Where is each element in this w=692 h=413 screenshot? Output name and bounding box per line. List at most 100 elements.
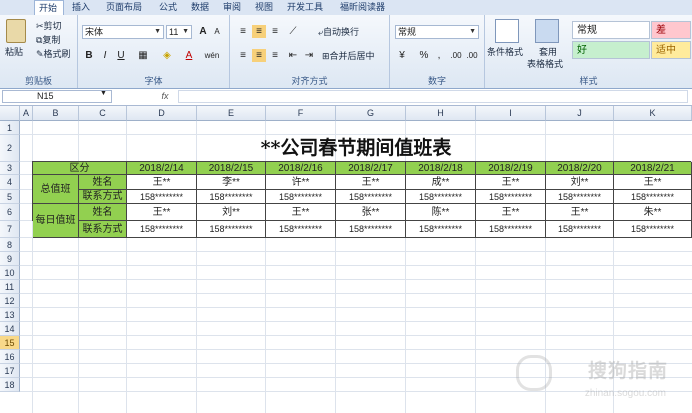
- style-good[interactable]: 好: [572, 41, 650, 59]
- name-cell[interactable]: 王**: [546, 204, 614, 221]
- contact-cell[interactable]: 158********: [266, 221, 336, 238]
- chevron-down-icon[interactable]: ▼: [100, 90, 107, 97]
- fx-button[interactable]: fx: [155, 90, 175, 103]
- merge-center-button[interactable]: ⊞合并后居中: [322, 49, 375, 62]
- column-header[interactable]: K: [614, 106, 692, 121]
- phonetic-button[interactable]: wén: [202, 49, 222, 62]
- contact-cell[interactable]: 158********: [336, 221, 406, 238]
- number-format-combo[interactable]: 常规 ▼: [395, 25, 479, 39]
- comma-button[interactable]: ,: [432, 49, 446, 62]
- date-header-cell[interactable]: 2018/2/14: [127, 162, 197, 175]
- row-header[interactable]: 17: [0, 364, 20, 378]
- row-header[interactable]: 11: [0, 280, 20, 294]
- row-header[interactable]: 8: [0, 238, 20, 252]
- contact-cell[interactable]: 158********: [127, 221, 197, 238]
- name-cell[interactable]: 李**: [197, 175, 266, 190]
- row-header[interactable]: 4: [0, 175, 20, 190]
- row-header[interactable]: 18: [0, 378, 20, 392]
- grow-font-button[interactable]: A: [196, 25, 210, 38]
- wrap-text-button[interactable]: ⤶自动换行: [318, 25, 359, 38]
- column-header[interactable]: E: [197, 106, 266, 121]
- font-name-combo[interactable]: 宋体 ▼: [82, 25, 164, 39]
- name-cell[interactable]: 许**: [266, 175, 336, 190]
- contact-cell[interactable]: 158********: [476, 221, 546, 238]
- increase-decimal-button[interactable]: .00: [448, 49, 464, 62]
- bold-button[interactable]: B: [82, 49, 96, 62]
- formula-input[interactable]: [178, 90, 688, 103]
- sheet-title[interactable]: **公司春节期间值班表: [20, 135, 692, 162]
- row-header[interactable]: 14: [0, 322, 20, 336]
- contact-cell[interactable]: 158********: [614, 190, 692, 204]
- row-header[interactable]: 7: [0, 221, 20, 238]
- contact-cell[interactable]: 158********: [197, 190, 266, 204]
- currency-icon[interactable]: ¥: [395, 49, 409, 62]
- contact-label-cell[interactable]: 联系方式: [79, 190, 127, 204]
- column-header[interactable]: G: [336, 106, 406, 121]
- tab-home[interactable]: 开始: [34, 0, 64, 16]
- conditional-format-icon[interactable]: [495, 19, 519, 43]
- name-cell[interactable]: 王**: [476, 175, 546, 190]
- align-top-icon[interactable]: ≡: [236, 25, 250, 38]
- font-color-icon[interactable]: A: [182, 49, 196, 62]
- row-header[interactable]: 12: [0, 294, 20, 308]
- italic-button[interactable]: I: [98, 49, 112, 62]
- date-header-cell[interactable]: 2018/2/20: [546, 162, 614, 175]
- font-size-combo[interactable]: 11 ▼: [166, 25, 192, 39]
- conditional-format-button[interactable]: 条件格式: [487, 45, 523, 58]
- fill-color-icon[interactable]: ◈: [160, 49, 174, 62]
- increase-indent-icon[interactable]: ⇥: [302, 49, 316, 62]
- name-cell[interactable]: 成**: [406, 175, 476, 190]
- name-cell[interactable]: 朱**: [614, 204, 692, 221]
- row-header[interactable]: 6: [0, 204, 20, 221]
- percent-button[interactable]: %: [417, 49, 431, 62]
- row-header[interactable]: 13: [0, 308, 20, 322]
- paste-icon[interactable]: [6, 19, 26, 43]
- shrink-font-button[interactable]: A: [210, 25, 224, 38]
- align-middle-icon[interactable]: ≡: [252, 25, 266, 38]
- date-header-cell[interactable]: 2018/2/17: [336, 162, 406, 175]
- tab-developer[interactable]: 开发工具: [283, 0, 331, 15]
- orientation-icon[interactable]: ⟋: [286, 25, 300, 38]
- name-cell[interactable]: 王**: [127, 175, 197, 190]
- contact-cell[interactable]: 158********: [546, 190, 614, 204]
- date-header-cell[interactable]: 2018/2/15: [197, 162, 266, 175]
- decrease-indent-icon[interactable]: ⇤: [286, 49, 300, 62]
- row-header[interactable]: 2: [0, 135, 20, 162]
- date-header-cell[interactable]: 2018/2/18: [406, 162, 476, 175]
- decrease-decimal-button[interactable]: .00: [464, 49, 480, 62]
- align-right-icon[interactable]: ≡: [268, 49, 282, 62]
- tab-data[interactable]: 数据: [187, 0, 215, 15]
- column-header[interactable]: B: [33, 106, 79, 121]
- style-neutral[interactable]: 适中: [651, 41, 691, 59]
- column-header[interactable]: C: [79, 106, 127, 121]
- align-left-icon[interactable]: ≡: [236, 49, 250, 62]
- name-cell[interactable]: 王**: [127, 204, 197, 221]
- row-header[interactable]: 10: [0, 266, 20, 280]
- date-header-cell[interactable]: 2018/2/19: [476, 162, 546, 175]
- tab-foxit-reader[interactable]: 福昕阅读器: [336, 0, 394, 15]
- paste-button[interactable]: 粘贴: [5, 45, 23, 58]
- contact-cell[interactable]: 158********: [614, 221, 692, 238]
- copy-button[interactable]: ⧉复制: [36, 33, 60, 46]
- row-header[interactable]: 3: [0, 162, 20, 175]
- column-header[interactable]: J: [546, 106, 614, 121]
- column-header[interactable]: A: [20, 106, 33, 121]
- date-header-cell[interactable]: 2018/2/21: [614, 162, 692, 175]
- style-normal[interactable]: 常规: [572, 21, 650, 39]
- contact-cell[interactable]: 158********: [406, 190, 476, 204]
- name-cell[interactable]: 张**: [336, 204, 406, 221]
- name-cell[interactable]: 刘**: [546, 175, 614, 190]
- column-header[interactable]: I: [476, 106, 546, 121]
- row-header[interactable]: 16: [0, 350, 20, 364]
- table-format-icon[interactable]: [535, 19, 559, 43]
- row-header[interactable]: 1: [0, 121, 20, 135]
- group-label-cell[interactable]: 总值班: [33, 175, 79, 204]
- name-cell[interactable]: 王**: [614, 175, 692, 190]
- contact-cell[interactable]: 158********: [406, 221, 476, 238]
- group-label-cell[interactable]: 每日值班: [33, 204, 79, 238]
- name-cell[interactable]: 王**: [266, 204, 336, 221]
- name-cell[interactable]: 陈**: [406, 204, 476, 221]
- border-icon[interactable]: ▦: [136, 49, 150, 62]
- name-cell[interactable]: 王**: [476, 204, 546, 221]
- contact-cell[interactable]: 158********: [266, 190, 336, 204]
